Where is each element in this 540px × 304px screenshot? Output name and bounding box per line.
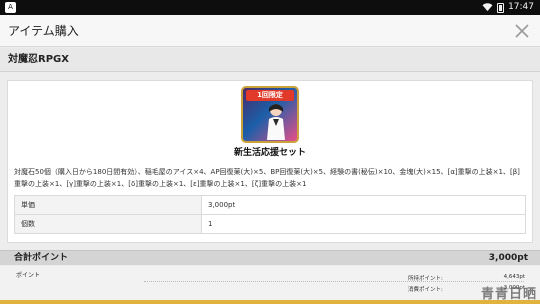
points-label: ポイント — [16, 272, 41, 279]
unit-price-label: 単価 — [14, 195, 202, 215]
battery-icon — [497, 2, 505, 13]
consumed-points-label: 消費ポイント: — [408, 287, 443, 293]
status-time: 17:47 — [508, 2, 534, 12]
app-name-bar: 対魔忍RPGX — [0, 48, 540, 72]
quantity-label: 個数 — [14, 214, 202, 234]
watermark-logo: 青青日晒 — [469, 278, 537, 302]
held-points-label: 所持ポイント: — [408, 276, 443, 282]
wifi-icon — [482, 3, 493, 12]
item-card: 1回限定 新生活応援セット 対魔石50個（購入日から180日間有効）、稲毛屋のア… — [7, 80, 533, 243]
close-icon[interactable] — [514, 23, 530, 39]
item-name: 新生活応援セット — [233, 148, 306, 158]
limited-badge: 1回限定 — [246, 90, 294, 101]
app-notification-icon: A — [5, 2, 16, 13]
total-points-label: 合計ポイント — [14, 253, 69, 263]
dialog-header: アイテム購入 — [0, 15, 540, 47]
points-section: ポイント 所持ポイント: 4,643pt 消費ポイント: 3,000pt 青青日… — [0, 266, 540, 304]
item-thumbnail: 1回限定 — [241, 86, 299, 143]
status-bar: A 17:47 — [0, 0, 540, 15]
status-icons: 17:47 — [482, 1, 534, 14]
dialog-title: アイテム購入 — [8, 24, 79, 38]
item-description: 対魔石50個（購入日から180日間有効）、稲毛屋のアイス×4、AP回復薬(大)×… — [14, 168, 520, 188]
character-figure-icon — [267, 104, 285, 140]
bottom-strip — [0, 300, 540, 304]
unit-price-value: 3,000pt — [201, 195, 526, 215]
quantity-value: 1 — [201, 214, 526, 234]
table-row: 個数 1 — [14, 214, 526, 234]
item-detail-table: 単価 3,000pt 個数 1 — [14, 195, 526, 234]
table-row: 単価 3,000pt — [14, 195, 526, 215]
total-points-value: 3,000pt — [488, 253, 528, 263]
app-name: 対魔忍RPGX — [8, 54, 69, 65]
total-points-bar: 合計ポイント 3,000pt — [0, 250, 540, 265]
